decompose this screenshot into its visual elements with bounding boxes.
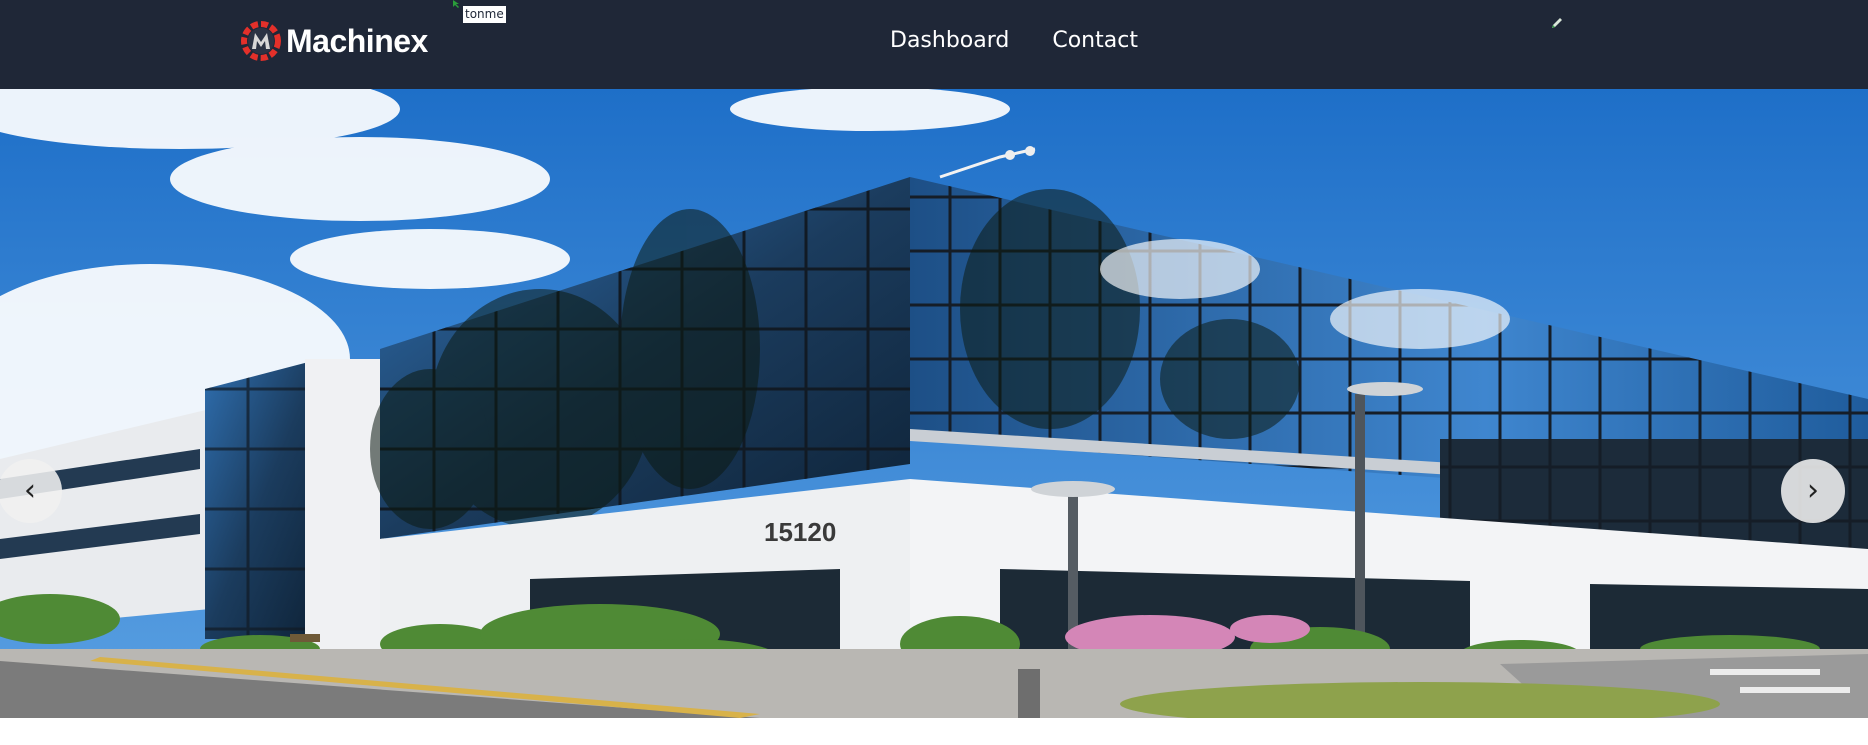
page-content-start	[0, 718, 1868, 745]
stray-text-label: tonme	[463, 6, 506, 23]
office-building-photo: 15120	[0, 89, 1868, 718]
carousel-prev-button[interactable]: ‹	[0, 459, 62, 523]
mouse-cursor-icon	[453, 0, 459, 8]
brand-logo[interactable]: Machinex	[240, 17, 428, 65]
brand-name: Machinex	[286, 22, 428, 59]
nav-link-contact[interactable]: Contact	[1052, 26, 1138, 56]
nav-link-dashboard[interactable]: Dashboard	[890, 26, 1009, 56]
top-navbar: Machinex tonme Dashboard Contact	[0, 0, 1868, 89]
carousel-next-button[interactable]: ›	[1781, 459, 1845, 523]
main-nav: Dashboard Contact	[890, 26, 1138, 56]
edit-pencil-icon[interactable]	[1550, 16, 1564, 30]
hero-carousel: 15120 ‹ ›	[0, 89, 1868, 718]
gear-m-logo-icon	[241, 21, 281, 61]
building-number: 15120	[764, 517, 836, 547]
